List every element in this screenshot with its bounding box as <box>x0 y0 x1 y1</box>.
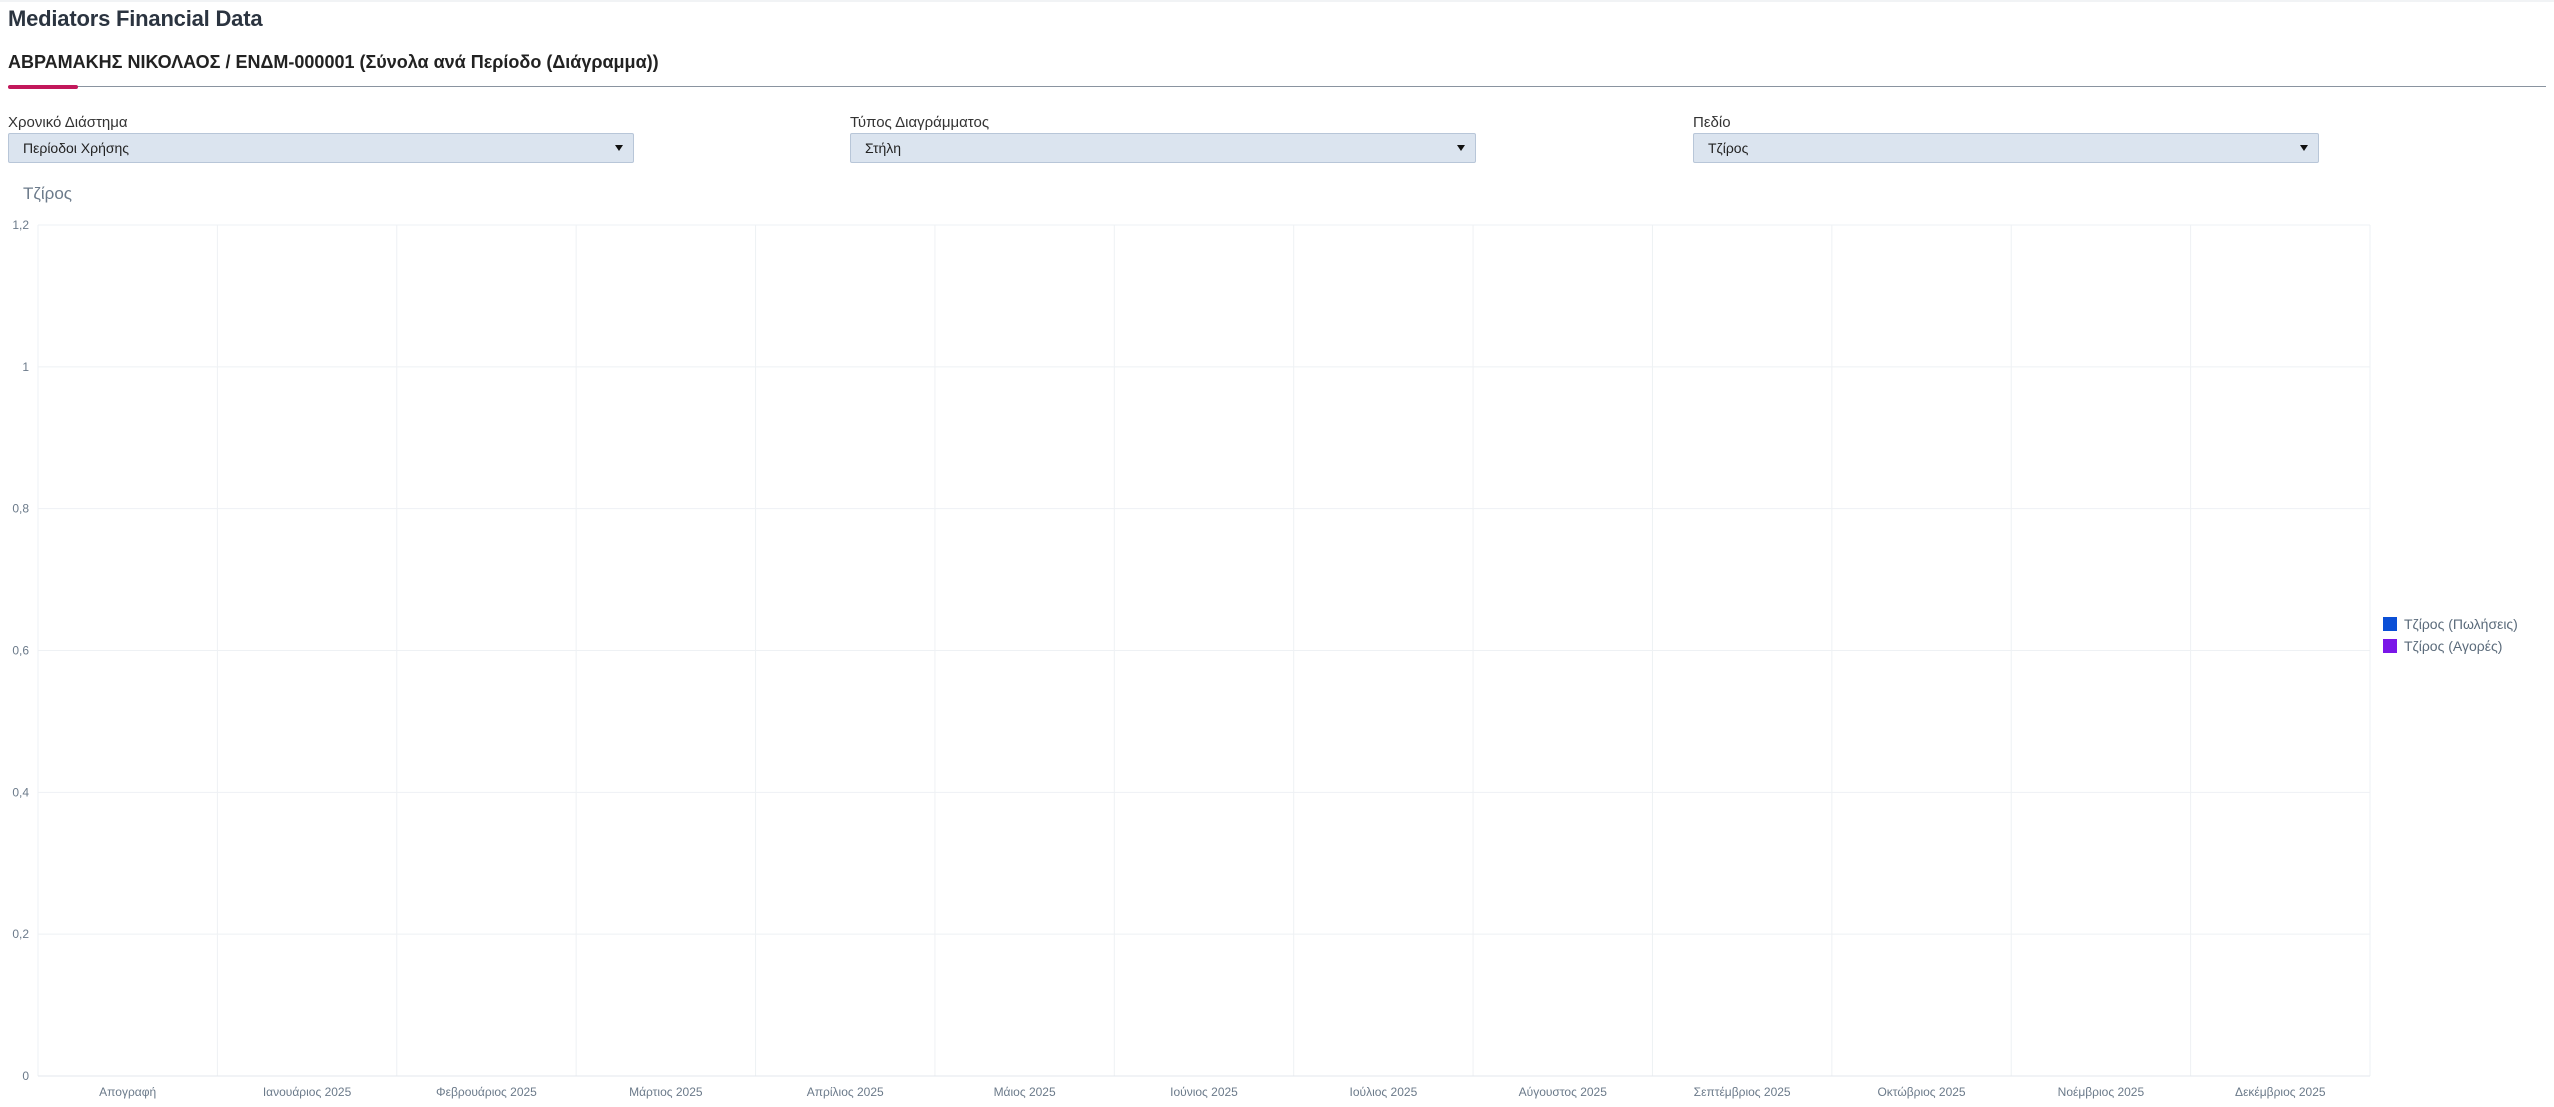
x-tick-label: Ιανουάριος 2025 <box>263 1085 352 1099</box>
x-tick-label: Φεβρουάριος 2025 <box>436 1085 537 1099</box>
y-tick-label: 0 <box>22 1069 29 1083</box>
y-tick-label: 1,2 <box>12 218 29 232</box>
active-tab-indicator <box>8 85 78 89</box>
period-label: Χρονικό Διάστημα <box>8 114 128 131</box>
app-title: Mediators Financial Data <box>8 6 263 31</box>
x-tick-label: Αύγουστος 2025 <box>1519 1085 1608 1099</box>
x-tick-label: Απογραφή <box>99 1085 156 1099</box>
caret-down-icon <box>615 145 623 151</box>
legend-item[interactable] <box>2381 636 2541 656</box>
tab-divider <box>8 86 2546 87</box>
field-label: Πεδίο <box>1693 114 1731 131</box>
bar-chart: 0 0,2 0,4 0,6 0,8 1 1,2 Απογραφή Ιανουάριος 2025… <box>12 218 2541 1099</box>
period-select-value: Περίοδοι Χρήσης <box>23 140 130 156</box>
chart-title: Τζίρος <box>23 184 72 203</box>
x-tick-label: Οκτώβριος 2025 <box>1877 1085 1965 1099</box>
field-select-value: Τζίρος <box>1708 140 1749 156</box>
x-tick-label: Μάρτιος 2025 <box>629 1085 703 1099</box>
y-tick-label: 0,6 <box>12 644 29 658</box>
y-tick-label: 1 <box>22 360 29 374</box>
x-tick-label: Ιούλιος 2025 <box>1350 1085 1418 1099</box>
tab-title[interactable]: ΑΒΡΑΜΑΚΗΣ ΝΙΚΟΛΑΟΣ / ΕΝΔΜ-000001 (Σύνολα… <box>8 52 659 73</box>
y-tick-label: 0,4 <box>12 785 29 799</box>
period-select[interactable]: Περίοδοι Χρήσης <box>8 133 634 163</box>
x-tick-label: Σεπτέμβριος 2025 <box>1694 1085 1791 1099</box>
x-tick-label: Ιούνιος 2025 <box>1170 1085 1238 1099</box>
chart-type-filter: Τύπος Διαγράμματος Στήλη <box>850 113 1476 163</box>
legend-item[interactable] <box>2381 614 2541 634</box>
x-tick-label: Δεκέμβριος 2025 <box>2235 1085 2326 1099</box>
caret-down-icon <box>1457 145 1465 151</box>
top-border <box>0 0 2554 2</box>
x-tick-label: Μάιος 2025 <box>994 1085 1056 1099</box>
chart-type-select[interactable]: Στήλη <box>850 133 1476 163</box>
field-select[interactable]: Τζίρος <box>1693 133 2319 163</box>
y-tick-label: 0,2 <box>12 927 29 941</box>
x-tick-label: Απρίλιος 2025 <box>807 1085 884 1099</box>
caret-down-icon <box>2300 145 2308 151</box>
chart-type-select-value: Στήλη <box>865 140 902 156</box>
chart-type-label: Τύπος Διαγράμματος <box>850 114 990 131</box>
field-filter: Πεδίο Τζίρος <box>1693 113 2319 163</box>
period-filter: Χρονικό Διάστημα Περίοδοι Χρήσης <box>8 113 634 163</box>
y-tick-label: 0,8 <box>12 502 29 516</box>
x-tick-label: Νοέμβριος 2025 <box>2058 1085 2145 1099</box>
tab-header: ΑΒΡΑΜΑΚΗΣ ΝΙΚΟΛΑΟΣ / ΕΝΔΜ-000001 (Σύνολα… <box>8 52 2546 92</box>
